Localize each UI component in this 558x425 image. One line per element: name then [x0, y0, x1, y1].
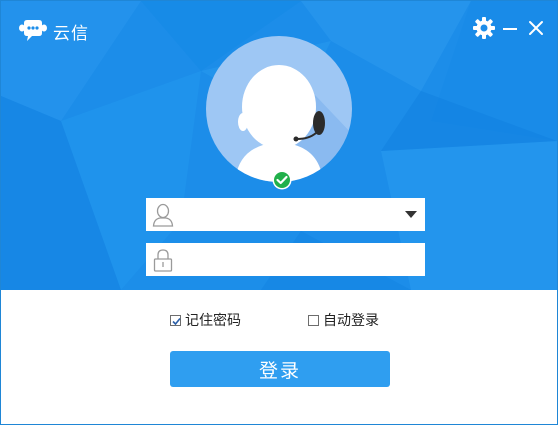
app-title: 云信: [53, 24, 89, 44]
close-icon: [529, 21, 543, 35]
user-icon: [152, 203, 174, 227]
username-input[interactable]: [182, 198, 402, 231]
login-button[interactable]: 登录: [170, 351, 390, 387]
auto-login-checkbox[interactable]: 自动登录: [308, 310, 379, 330]
cloud-chat-logo-icon: [19, 20, 47, 41]
minimize-button[interactable]: [498, 16, 522, 40]
auto-login-check-box[interactable]: [308, 314, 319, 326]
auto-login-label: 自动登录: [323, 313, 379, 329]
customer-service-avatar[interactable]: [205, 35, 353, 183]
login-window: 云信 记住密码 自动登录 登录: [0, 0, 558, 425]
settings-button[interactable]: [472, 16, 496, 40]
online-status-check-icon: [272, 170, 292, 190]
account-dropdown-arrow-icon[interactable]: [405, 211, 417, 218]
header-banner: 云信: [1, 1, 557, 290]
gear-icon: [473, 17, 495, 39]
minimize-icon: [503, 28, 517, 30]
remember-password-label: 记住密码: [185, 313, 241, 329]
close-button[interactable]: [524, 16, 548, 40]
username-field[interactable]: [146, 198, 425, 231]
password-field[interactable]: [146, 243, 425, 276]
lock-icon: [153, 249, 173, 272]
checkmark-icon: [172, 317, 181, 325]
remember-password-checkbox[interactable]: 记住密码: [170, 310, 241, 330]
remember-password-check-box[interactable]: [170, 314, 181, 326]
password-input[interactable]: [182, 243, 402, 276]
